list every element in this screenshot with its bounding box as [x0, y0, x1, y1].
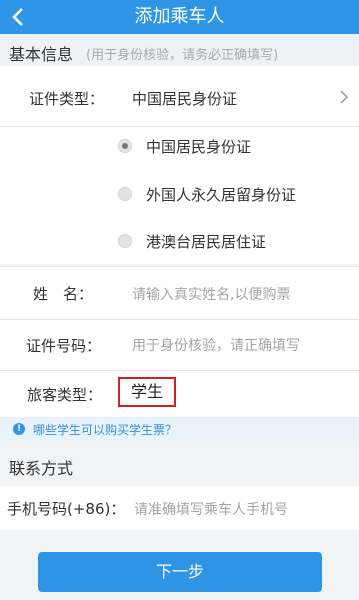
id-type-row[interactable]: 证件类型： 中国居民身份证 [0, 66, 359, 126]
phone-row: 手机号码(+86)： 请准确填写乘车人手机号 [0, 486, 359, 530]
basic-info-subtitle: (用于身份核验，请务必正确填写) [86, 48, 279, 63]
id-type-value: 中国居民身份证 [132, 90, 238, 108]
id-type-label: 证件类型： [29, 90, 105, 108]
title-bar: 添加乘车人 [0, 0, 359, 34]
id-type-panel: 证件类型： 中国居民身份证 中国居民身份证 外国人永久居留身份证 港澳台居民居住… [0, 66, 359, 264]
passenger-type-label: 旅客类型： [27, 386, 103, 404]
student-ticket-tip[interactable]: ! 哪些学生可以购买学生票？ [0, 417, 359, 441]
name-row: 姓 名： 请输入真实姓名,以便购票 [0, 267, 359, 319]
basic-info-title: 基本信息 [9, 45, 74, 64]
id-number-input[interactable]: 用于身份核验，请正确填写 [132, 335, 300, 355]
id-type-option-hmt-residence-permit[interactable]: 港澳台居民居住证 [118, 231, 338, 253]
radio-unchecked-icon[interactable] [118, 187, 132, 201]
id-type-option-foreigner-permit[interactable]: 外国人永久居留身份证 [118, 184, 338, 206]
student-tip-link[interactable]: 哪些学生可以购买学生票？ [33, 421, 177, 438]
info-icon: ! [13, 423, 25, 435]
phone-label: 手机号码(+86)： [7, 500, 126, 518]
id-number-row: 证件号码： 用于身份核验，请正确填写 [0, 320, 359, 370]
id-type-option-chinese-id[interactable]: 中国居民身份证 [118, 136, 338, 158]
name-label: 姓 名： [33, 285, 94, 303]
id-type-option-label: 中国居民身份证 [146, 138, 252, 156]
radio-unchecked-icon[interactable] [118, 234, 132, 248]
radio-checked-icon[interactable] [118, 139, 132, 153]
passenger-type-select[interactable]: 学生 [118, 377, 176, 407]
id-type-option-label: 外国人永久居留身份证 [146, 186, 297, 204]
contact-section-header: 联系方式 [0, 441, 359, 486]
phone-input[interactable]: 请准确填写乘车人手机号 [134, 499, 288, 519]
passenger-type-row: 旅客类型： [0, 371, 359, 417]
id-type-option-label: 港澳台居民居住证 [146, 233, 267, 251]
divider [0, 126, 359, 127]
contact-title: 联系方式 [9, 459, 74, 478]
name-input[interactable]: 请输入真实姓名,以便购票 [132, 284, 290, 304]
id-number-label: 证件号码： [26, 337, 102, 355]
basic-info-section-header: 基本信息 (用于身份核验，请务必正确填写) [0, 34, 359, 66]
next-step-button[interactable]: 下一步 [38, 552, 322, 592]
page-title: 添加乘车人 [134, 6, 225, 27]
chevron-right-icon [340, 90, 349, 104]
